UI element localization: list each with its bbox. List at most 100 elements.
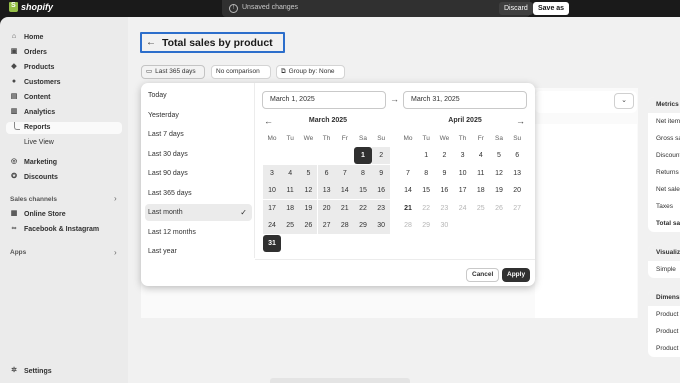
march-day[interactable]: 20 [317, 199, 336, 217]
march-day[interactable]: 19 [299, 199, 318, 217]
chevron-down-icon[interactable]: ⌄ [614, 93, 634, 109]
march-day[interactable]: 16 [372, 182, 391, 200]
march-day[interactable]: 12 [299, 182, 318, 200]
sidebar-item-orders[interactable]: ▣ Orders [10, 46, 47, 58]
april-day[interactable]: 14 [399, 182, 417, 199]
march-day[interactable]: 26 [299, 217, 318, 235]
preset-option[interactable]: Today [145, 87, 252, 104]
sidebar-item-discounts[interactable]: ✪ Discounts [10, 171, 58, 183]
sidebar-item-customers[interactable]: ● Customers [10, 76, 61, 88]
april-day[interactable]: 10 [454, 165, 472, 182]
apps-title[interactable]: Apps [10, 249, 26, 256]
april-day[interactable]: 4 [472, 147, 490, 164]
march-day[interactable]: 2 [372, 147, 391, 164]
april-day[interactable]: 17 [454, 182, 472, 199]
april-day[interactable]: 7 [399, 165, 417, 182]
apply-button[interactable]: Apply [502, 268, 531, 282]
april-day[interactable]: 12 [490, 165, 508, 182]
april-day[interactable]: 3 [454, 147, 472, 164]
march-day[interactable]: 11 [281, 182, 300, 200]
march-day[interactable]: 31 [263, 235, 281, 252]
visualization-value[interactable]: Simple [648, 261, 680, 278]
preset-option[interactable]: Last month ✓ [145, 204, 252, 221]
preset-option[interactable]: Last 90 days [145, 165, 252, 182]
sidebar-item-marketing[interactable]: ◎ Marketing [10, 156, 57, 168]
april-day[interactable]: 6 [508, 147, 526, 164]
march-day[interactable]: 21 [335, 199, 354, 217]
march-day[interactable]: 9 [372, 164, 391, 182]
march-day[interactable]: 7 [335, 164, 354, 182]
chevron-right-icon[interactable]: › [114, 248, 117, 257]
date-range-filter[interactable]: ▭ Last 365 days [141, 65, 205, 79]
march-day[interactable]: 1 [354, 147, 372, 164]
save-as-button[interactable]: Save as [533, 2, 570, 15]
march-day[interactable]: 15 [354, 182, 372, 200]
april-day[interactable]: 18 [472, 182, 490, 199]
april-day[interactable]: 13 [508, 165, 526, 182]
sales-channels-title[interactable]: Sales channels [10, 196, 57, 203]
metric-item[interactable]: Discounts [648, 147, 680, 164]
april-day[interactable]: 19 [490, 182, 508, 199]
march-day[interactable]: 6 [317, 164, 336, 182]
cancel-button[interactable]: Cancel [466, 268, 500, 282]
dimension-item[interactable]: Product [648, 323, 680, 340]
sidebar-item-content[interactable]: ▤ Content [10, 91, 51, 103]
march-day[interactable]: 13 [317, 182, 336, 200]
sidebar-item-online-store[interactable]: ▦ Online Store [10, 208, 66, 220]
back-arrow-icon[interactable]: ← [146, 37, 156, 48]
sidebar-item-live-view[interactable]: Live View [24, 137, 54, 149]
sidebar-item-settings[interactable]: ✲ Settings [10, 365, 52, 377]
april-day[interactable]: 1 [417, 147, 435, 164]
metric-item[interactable]: Total sales [648, 215, 680, 232]
next-month-icon[interactable]: → [516, 116, 525, 126]
shopify-logo[interactable]: shopify [9, 2, 53, 12]
march-day[interactable]: 23 [372, 199, 391, 217]
preset-option[interactable]: Last 12 months [145, 224, 252, 241]
march-day[interactable]: 28 [335, 217, 354, 235]
april-day[interactable]: 8 [417, 165, 435, 182]
metric-item[interactable]: Gross sales [648, 130, 680, 147]
sidebar-item-analytics[interactable]: ▥ Analytics [10, 106, 55, 118]
sidebar-item-products[interactable]: ◆ Products [10, 61, 54, 73]
discard-button[interactable]: Discard [499, 2, 533, 15]
metric-item[interactable]: Taxes [648, 198, 680, 215]
preset-option[interactable]: Last 7 days [145, 126, 252, 143]
march-day[interactable]: 8 [354, 164, 372, 182]
march-day[interactable]: 3 [263, 164, 281, 182]
start-date-input[interactable]: March 1, 2025 [262, 91, 386, 109]
metric-item[interactable]: Returns [648, 164, 680, 181]
april-day[interactable]: 11 [472, 165, 490, 182]
sidebar-item-facebook-instagram[interactable]: ∞ Facebook & Instagram [10, 223, 100, 235]
march-day[interactable]: 30 [372, 217, 391, 235]
sidebar-item-home[interactable]: ⌂ Home [10, 31, 44, 43]
march-day[interactable]: 24 [263, 217, 281, 235]
april-day[interactable]: 9 [435, 165, 453, 182]
march-day[interactable]: 25 [281, 217, 300, 235]
preset-option[interactable]: Yesterday [145, 107, 252, 124]
metric-item[interactable]: Net items [648, 113, 680, 130]
april-day[interactable]: 20 [508, 182, 526, 199]
chevron-right-icon[interactable]: › [114, 194, 117, 203]
march-day[interactable]: 17 [263, 199, 281, 217]
march-day[interactable]: 18 [281, 199, 300, 217]
april-day[interactable]: 5 [490, 147, 508, 164]
dimension-item[interactable]: Product [648, 306, 680, 323]
preset-option[interactable]: Last year [145, 243, 252, 260]
april-day[interactable]: 15 [417, 182, 435, 199]
march-day[interactable]: 22 [354, 199, 372, 217]
march-day[interactable]: 10 [263, 182, 281, 200]
end-date-input[interactable]: March 31, 2025 [403, 91, 527, 109]
preset-option[interactable]: Last 30 days [145, 146, 252, 163]
april-day[interactable]: 2 [435, 147, 453, 164]
april-day[interactable]: 16 [435, 182, 453, 199]
metric-item[interactable]: Net sales [648, 181, 680, 198]
dimension-item[interactable]: Product [648, 340, 680, 357]
april-day[interactable]: 21 [399, 200, 417, 217]
group-by-filter[interactable]: ⧉ Group by: None [276, 65, 345, 79]
sidebar-item-reports[interactable]: Reports [6, 122, 122, 134]
march-day[interactable]: 29 [354, 217, 372, 235]
march-day[interactable]: 27 [317, 217, 336, 235]
preset-option[interactable]: Last 365 days [145, 185, 252, 202]
march-day[interactable]: 4 [281, 164, 300, 182]
march-day[interactable]: 5 [299, 164, 318, 182]
